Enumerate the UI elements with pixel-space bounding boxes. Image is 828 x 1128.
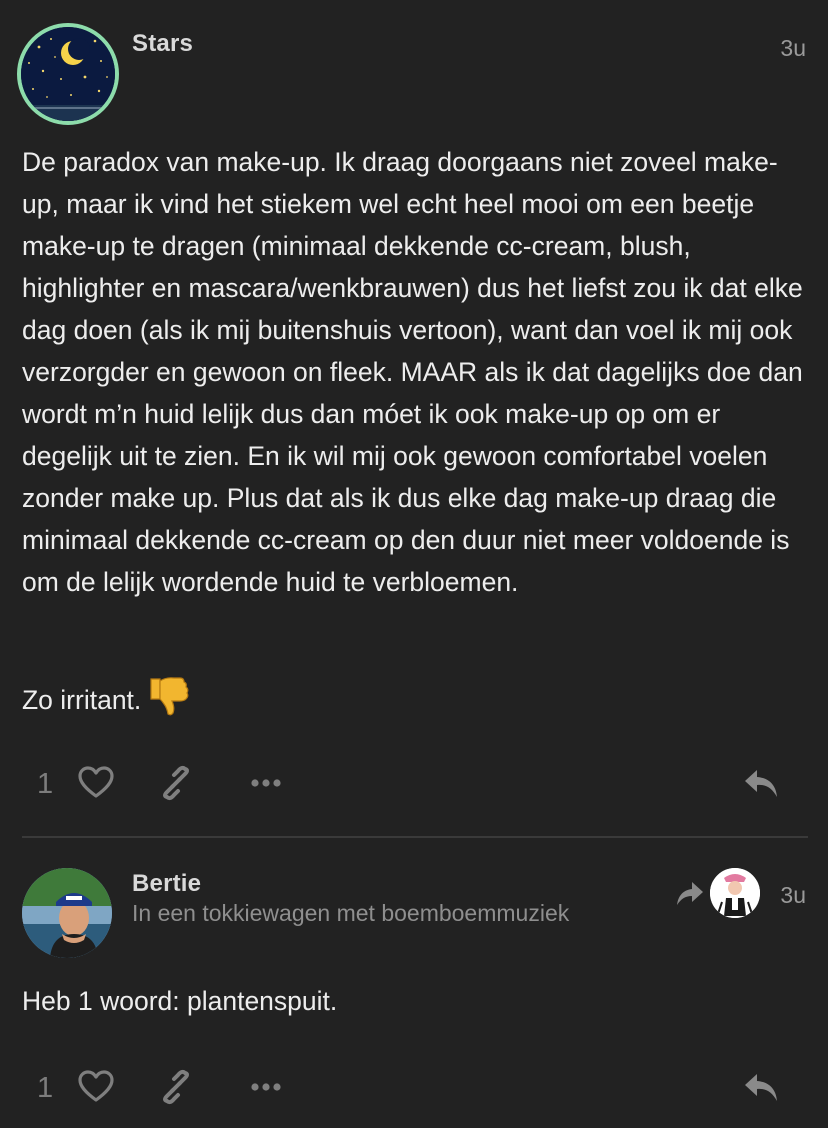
username[interactable]: Stars	[132, 30, 193, 58]
avatar-stars[interactable]	[17, 23, 119, 125]
post-actions: 1	[0, 1062, 828, 1112]
profile-photo	[22, 868, 112, 958]
reply-icon[interactable]	[742, 1068, 780, 1106]
post-stars: Stars 3u De paradox van make-up. Ik draa…	[0, 0, 828, 836]
ellipsis-icon[interactable]	[246, 764, 284, 802]
illustration-avatar	[710, 868, 760, 918]
post-bertie: Bertie In een tokkiewagen met boemboemmu…	[0, 838, 828, 1128]
like-count[interactable]: 1	[37, 768, 53, 801]
post-body-paragraph: Heb 1 woord: plantenspuit.	[22, 986, 338, 1016]
reply-to-avatar	[710, 868, 760, 918]
thumbs-down-icon	[150, 677, 189, 716]
post-body-paragraph: Zo irritant.	[22, 673, 812, 721]
post-body-paragraph: De paradox van make-up. Ik draag doorgaa…	[22, 147, 803, 597]
reply-icon[interactable]	[742, 764, 780, 802]
post-body-text: Zo irritant.	[22, 685, 142, 715]
user-status: In een tokkiewagen met boemboemmuziek	[132, 900, 570, 926]
heart-icon[interactable]	[77, 764, 115, 802]
link-icon[interactable]	[157, 764, 195, 802]
link-icon[interactable]	[157, 1068, 195, 1106]
post-age[interactable]: 3u	[780, 35, 806, 62]
reply-to-indicator[interactable]	[676, 868, 760, 918]
like-count[interactable]: 1	[37, 1072, 53, 1105]
night-sky-image	[21, 27, 115, 121]
post-age[interactable]: 3u	[780, 882, 806, 909]
ellipsis-icon[interactable]	[246, 1068, 284, 1106]
heart-icon[interactable]	[77, 1068, 115, 1106]
username[interactable]: Bertie	[132, 870, 201, 898]
share-arrow-icon	[677, 882, 703, 905]
post-actions: 1	[0, 758, 828, 808]
avatar-bertie[interactable]	[22, 868, 112, 958]
